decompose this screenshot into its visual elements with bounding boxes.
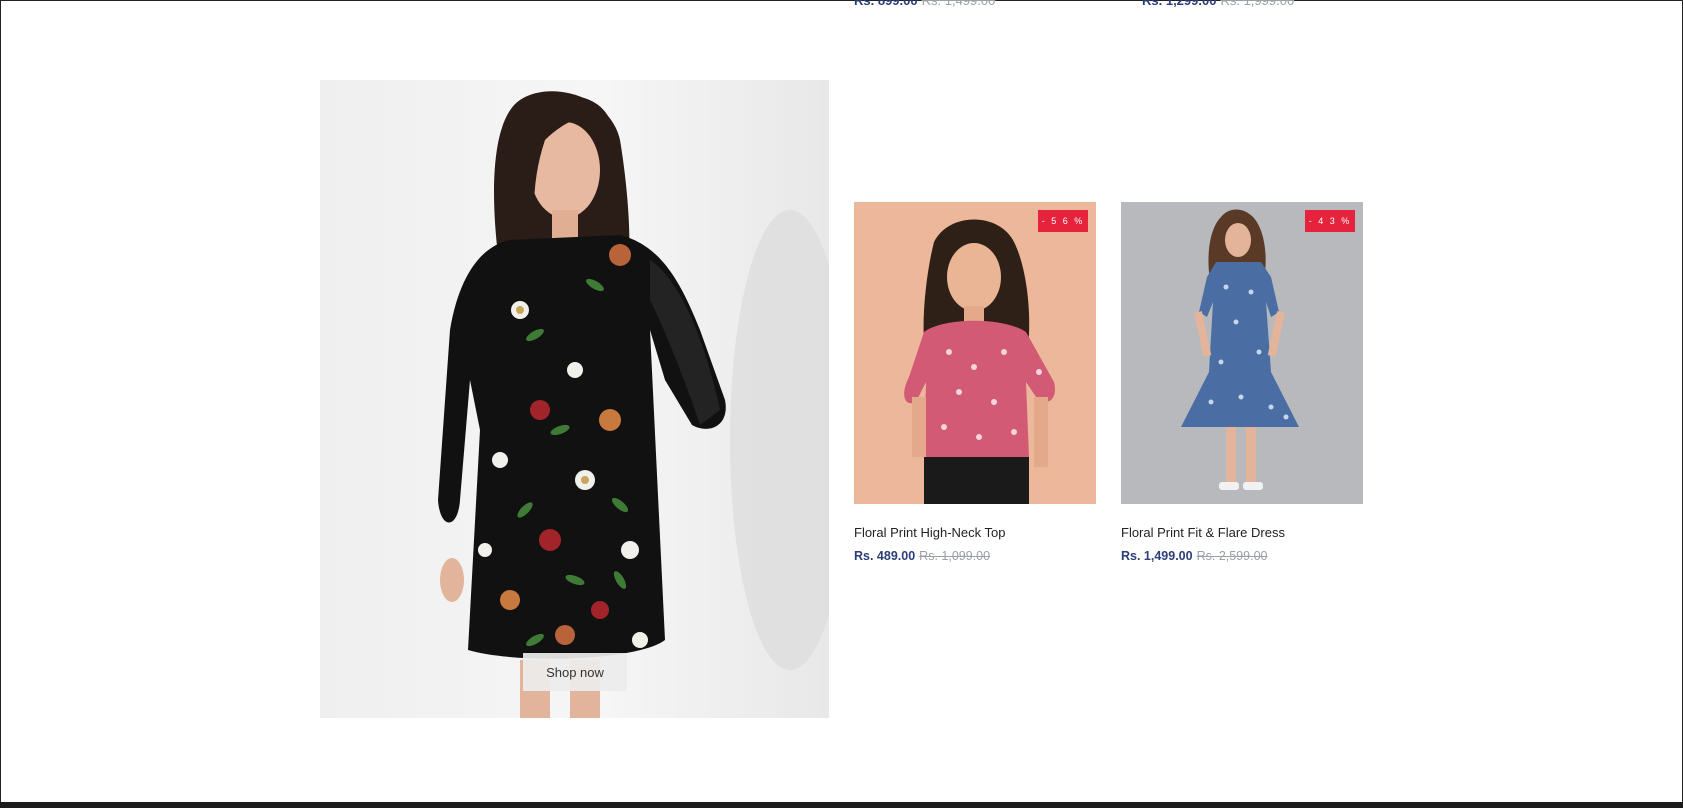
featured-model-image — [438, 91, 829, 718]
blue-dress-model-image — [1121, 202, 1363, 504]
top-right-prices: Rs. 1,299.00 Rs. 1,999.00 — [1142, 0, 1294, 8]
discount-badge: - 4 3 % — [1305, 210, 1355, 232]
product-old-price: Rs. 2,599.00 — [1196, 549, 1268, 563]
shop-now-button[interactable]: Shop now — [523, 653, 627, 691]
featured-banner[interactable]: Shop now — [320, 80, 829, 718]
bottom-edge-bar — [0, 802, 1683, 808]
top-left-price: Rs. 899.00 — [854, 0, 918, 8]
product-card[interactable]: - 4 3 % Floral Print Fit & Flare Dress R… — [1121, 202, 1363, 563]
pink-top-model-image — [854, 202, 1096, 504]
product-card[interactable]: - 5 6 % Floral Print High-Neck Top Rs. 4… — [854, 202, 1096, 563]
top-left-old-price: Rs. 1,499.00 — [921, 0, 996, 8]
discount-badge: - 5 6 % — [1038, 210, 1088, 232]
product-title[interactable]: Floral Print Fit & Flare Dress — [1121, 525, 1363, 540]
product-prices: Rs. 1,499.00 Rs. 2,599.00 — [1121, 549, 1363, 563]
product-price: Rs. 1,499.00 — [1121, 549, 1193, 563]
page-frame — [0, 0, 1683, 807]
top-left-prices: Rs. 899.00 Rs. 1,499.00 — [854, 0, 995, 8]
product-image[interactable]: - 5 6 % — [854, 202, 1096, 504]
product-price: Rs. 489.00 — [854, 549, 916, 563]
product-title[interactable]: Floral Print High-Neck Top — [854, 525, 1096, 540]
product-prices: Rs. 489.00 Rs. 1,099.00 — [854, 549, 1096, 563]
top-right-old-price: Rs. 1,999.00 — [1220, 0, 1295, 8]
top-right-price: Rs. 1,299.00 — [1142, 0, 1217, 8]
product-old-price: Rs. 1,099.00 — [919, 549, 991, 563]
product-image[interactable]: - 4 3 % — [1121, 202, 1363, 504]
